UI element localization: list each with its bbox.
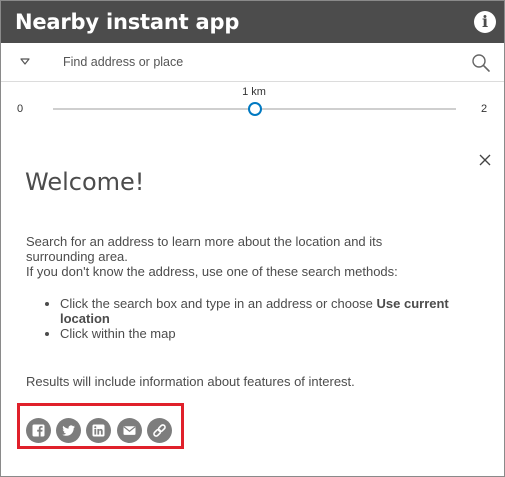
share-linkedin-button[interactable]	[86, 418, 111, 443]
close-icon	[479, 154, 491, 166]
welcome-title: Welcome!	[25, 168, 145, 196]
welcome-intro-block: Search for an address to learn more abou…	[26, 234, 446, 279]
app-header: Nearby instant app i	[1, 1, 504, 43]
share-facebook-button[interactable]	[26, 418, 51, 443]
method-2-text: Click within the map	[60, 326, 176, 341]
slider-thumb[interactable]	[248, 102, 262, 116]
slider-min-label: 0	[17, 103, 24, 115]
share-twitter-button[interactable]	[56, 418, 81, 443]
results-text: Results will include information about f…	[26, 374, 355, 389]
facebook-icon	[32, 424, 45, 437]
distance-slider: 0 1 km 2	[1, 82, 504, 126]
info-icon-glyph: i	[481, 12, 489, 31]
list-item: Click the search box and type in an addr…	[60, 296, 476, 326]
share-email-button[interactable]	[117, 418, 142, 443]
caret-down-icon	[20, 58, 30, 65]
search-methods-list: Click the search box and type in an addr…	[26, 296, 476, 341]
slider-value-label: 1 km	[242, 86, 266, 98]
app-window: Nearby instant app i 0 1 km 2 W	[0, 0, 505, 477]
linkedin-icon	[92, 424, 105, 437]
link-icon	[153, 424, 166, 437]
close-button[interactable]	[476, 151, 494, 169]
email-icon	[123, 426, 136, 435]
info-icon[interactable]: i	[474, 11, 496, 33]
search-bar	[1, 43, 504, 82]
search-icon	[472, 54, 490, 72]
slider-max-label: 2	[481, 103, 488, 115]
welcome-intro: Search for an address to learn more abou…	[26, 234, 383, 264]
share-link-button[interactable]	[147, 418, 172, 443]
method-1-text: Click the search box and type in an addr…	[60, 296, 377, 311]
search-button[interactable]	[470, 52, 492, 74]
welcome-hint: If you don't know the address, use one o…	[26, 264, 398, 279]
app-title: Nearby instant app	[15, 10, 240, 34]
search-input[interactable]	[63, 51, 453, 73]
twitter-icon	[62, 425, 75, 436]
list-item: Click within the map	[60, 326, 476, 341]
search-source-toggle[interactable]	[15, 53, 35, 71]
